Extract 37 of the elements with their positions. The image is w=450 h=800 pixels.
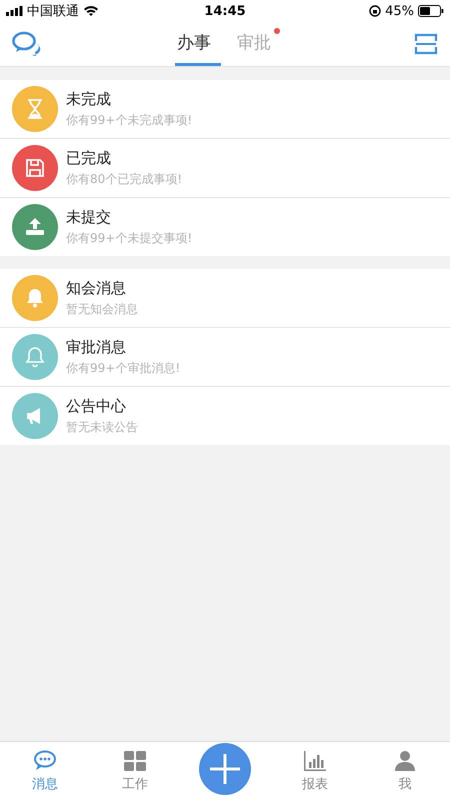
tab-bar-item[interactable]: 我 <box>360 750 450 792</box>
list-item[interactable]: 公告中心 暂无未读公告 <box>0 387 450 445</box>
item-subtitle: 你有80个已完成事项! <box>66 170 182 188</box>
list-item[interactable]: 已完成 你有80个已完成事项! <box>0 139 450 198</box>
battery-percent: 45% <box>385 4 414 18</box>
header-tab[interactable]: 办事 <box>175 22 221 66</box>
chat-bubble-icon <box>33 750 57 772</box>
item-title: 知会消息 <box>66 278 127 298</box>
item-title: 审批消息 <box>66 338 127 356</box>
person-icon <box>393 750 417 772</box>
item-subtitle: 你有99+个未提交事项! <box>66 230 192 246</box>
grid-icon <box>123 750 147 772</box>
item-subtitle: 你有99+个审批消息! <box>66 360 180 376</box>
item-subtitle: 你有99+个未完成事项! <box>66 112 192 128</box>
list-item[interactable]: 未提交 你有99+个未提交事项! <box>0 198 450 256</box>
rotation-lock-icon <box>369 5 382 17</box>
status-time: 14:45 <box>204 4 246 18</box>
plus-icon <box>209 753 241 785</box>
item-title: 公告中心 <box>66 396 127 416</box>
tab-bar-item[interactable]: 报表 <box>270 750 360 792</box>
tab-bar-item[interactable]: 工作 <box>90 750 180 792</box>
list-item[interactable]: 知会消息 暂无知会消息 <box>0 269 450 328</box>
list-item[interactable]: 未完成 你有99+个未完成事项! <box>0 80 450 139</box>
item-title: 未完成 <box>66 90 112 108</box>
add-button[interactable] <box>199 743 251 795</box>
scan-icon[interactable] <box>414 33 438 55</box>
bar-chart-icon <box>303 750 327 772</box>
wifi-icon <box>83 5 99 17</box>
signal-icon <box>6 6 23 16</box>
carrier-name: 中国联通 <box>27 3 79 20</box>
chat-icon[interactable] <box>12 31 42 57</box>
item-subtitle: 暂无知会消息 <box>66 300 138 318</box>
item-title: 已完成 <box>66 148 112 168</box>
list-item[interactable]: 审批消息 你有99+个审批消息! <box>0 328 450 387</box>
item-title: 未提交 <box>66 208 112 226</box>
item-subtitle: 暂无未读公告 <box>66 418 138 436</box>
battery-icon <box>418 5 444 17</box>
